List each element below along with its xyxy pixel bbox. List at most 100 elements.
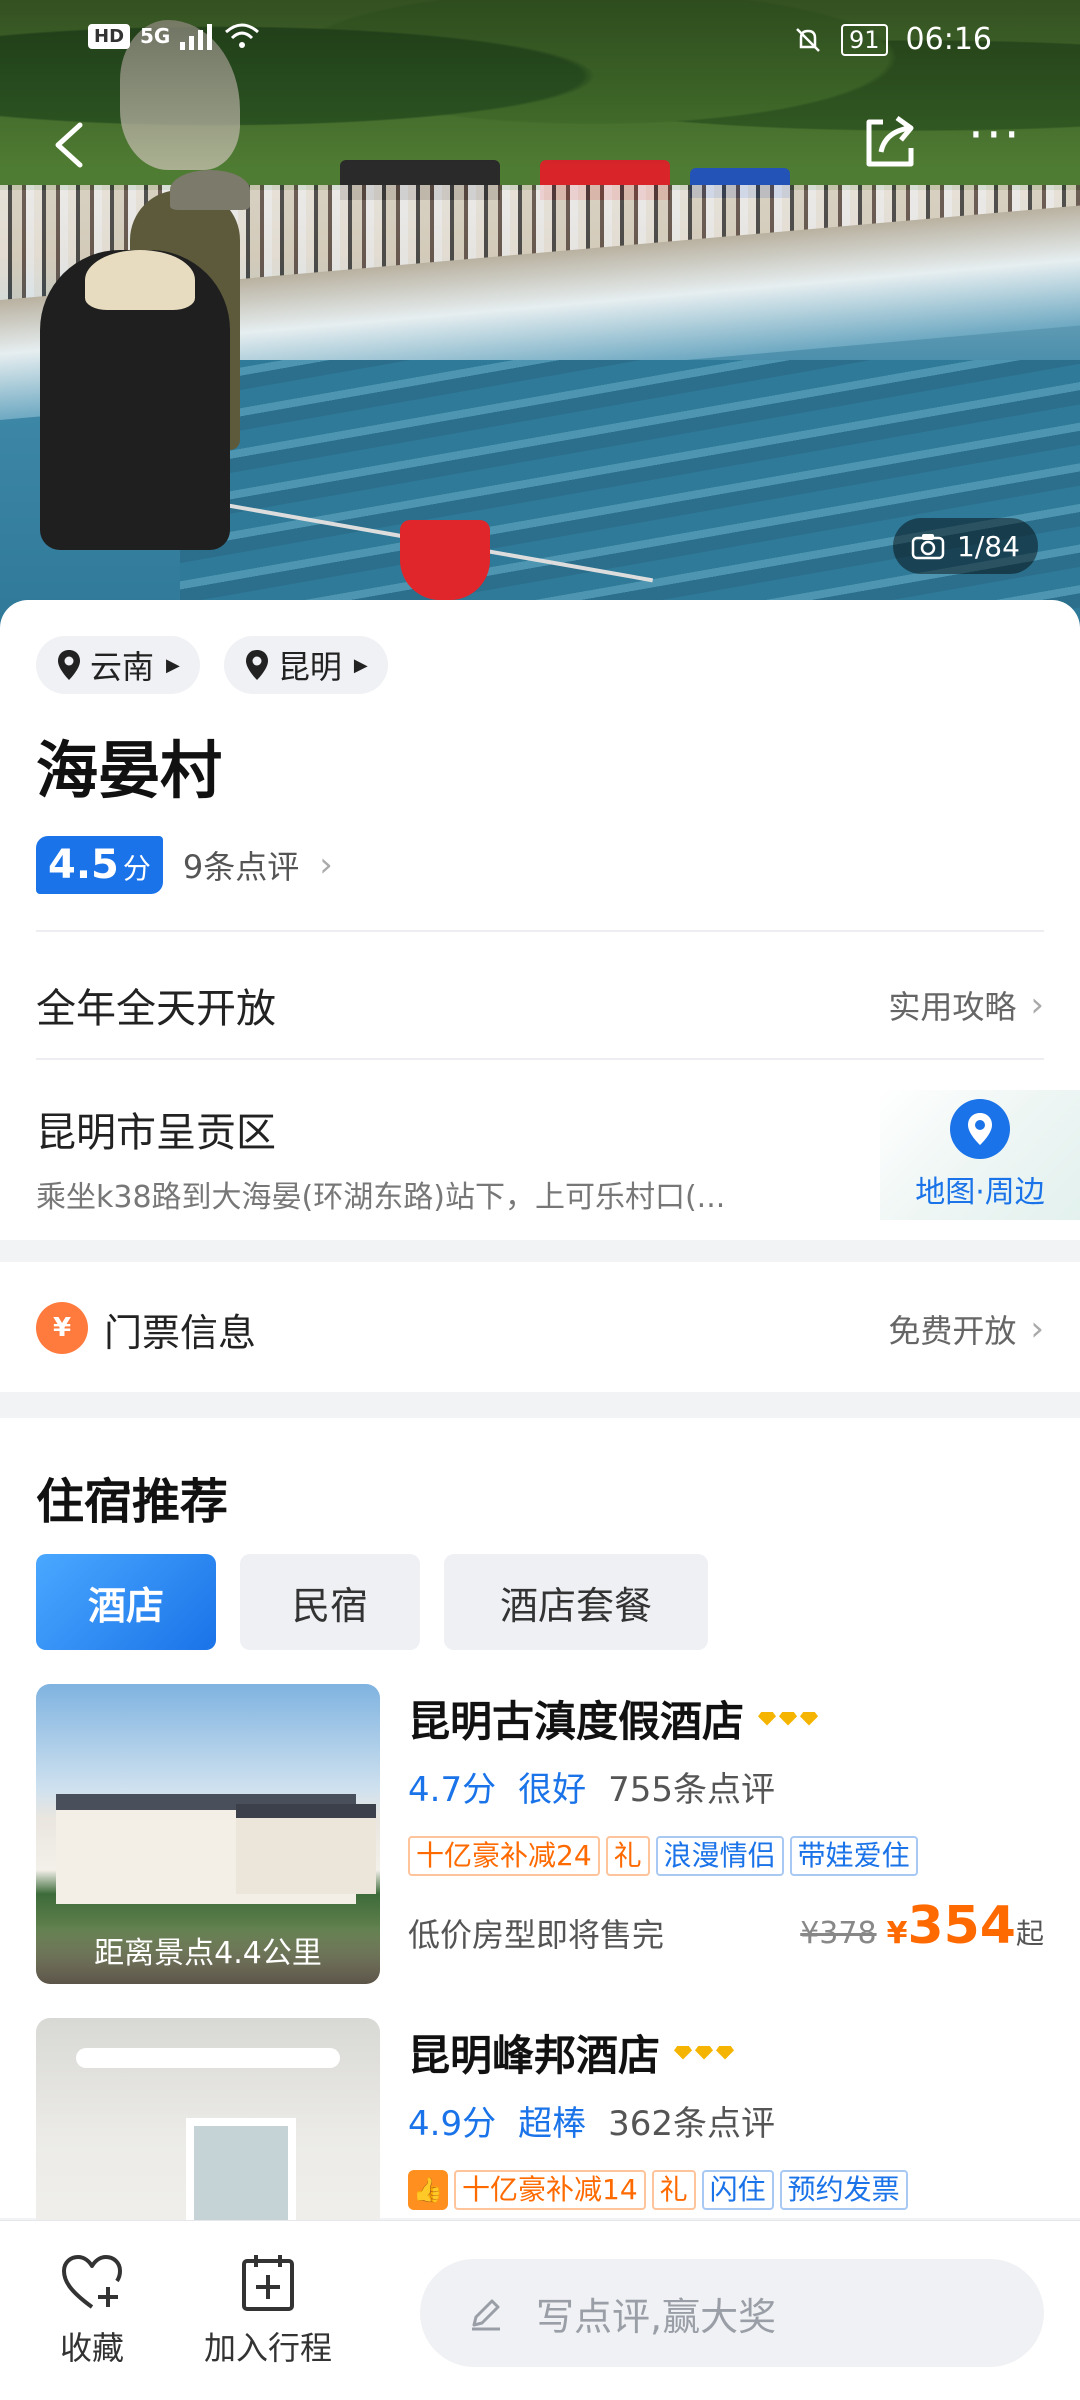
chevron-right-icon: › bbox=[319, 845, 333, 885]
wifi-icon bbox=[225, 23, 260, 48]
hero-photo[interactable]: HD 5G 91 06:16 ··· 1/84 bbox=[0, 0, 1080, 640]
photo-counter[interactable]: 1/84 bbox=[893, 518, 1038, 574]
page-title: 海晏村 bbox=[36, 734, 223, 807]
hotel-price: ¥378 ¥354起 bbox=[800, 1896, 1044, 1956]
distance-label: 距离景点4.4公里 bbox=[36, 1928, 380, 1984]
promo-tag: 十亿豪补减14 bbox=[454, 2170, 646, 2210]
camera-icon bbox=[911, 534, 945, 560]
diamond-icon bbox=[758, 1711, 777, 1726]
address-route: 乘坐k38路到大海晏(环湖东路)站下，上可乐村口(... bbox=[36, 1180, 726, 1215]
ticket-icon: ¥ bbox=[36, 1302, 88, 1354]
hotel-score: 4.7分 bbox=[408, 1770, 497, 1810]
caret-right-icon: ▶ bbox=[166, 654, 180, 676]
tab-hotel-package[interactable]: 酒店套餐 bbox=[444, 1554, 708, 1650]
pencil-icon bbox=[472, 2299, 500, 2331]
diamond-rating bbox=[758, 1711, 819, 1726]
hotel-review-count: 362条点评 bbox=[608, 2104, 775, 2144]
divider bbox=[36, 1058, 1044, 1060]
hotel-score-level: 很好 bbox=[518, 1770, 587, 1810]
hotel-note: 低价房型即将售完 bbox=[408, 1916, 665, 1954]
ticket-info-row[interactable]: ¥ 门票信息 免费开放 › bbox=[0, 1262, 1080, 1392]
back-arrow-icon[interactable] bbox=[40, 110, 100, 180]
hotel-tags: 十亿豪补减24 礼 浪漫情侣 带娃爱住 bbox=[408, 1836, 918, 1876]
current-price: ¥354起 bbox=[887, 1896, 1044, 1956]
add-to-trip-button[interactable]: 加入行程 bbox=[204, 2253, 332, 2369]
map-pin-icon bbox=[950, 1099, 1010, 1159]
gift-tag: 礼 bbox=[605, 1836, 650, 1876]
hotel-tags: 👍 十亿豪补减14 礼 闪住 预约发票 bbox=[408, 2170, 908, 2210]
ticket-status-label: 免费开放 bbox=[888, 1312, 1017, 1350]
divider bbox=[36, 930, 1044, 932]
diamond-icon bbox=[779, 1711, 798, 1726]
more-options-icon[interactable]: ··· bbox=[968, 110, 1048, 175]
share-icon[interactable] bbox=[855, 108, 925, 178]
hotel-name-row: 昆明峰邦酒店 bbox=[408, 2022, 735, 2083]
photo-ceiling bbox=[76, 2048, 340, 2068]
diamond-icon bbox=[695, 2045, 714, 2060]
favorite-button[interactable]: 收藏 bbox=[60, 2253, 124, 2369]
add-to-trip-label: 加入行程 bbox=[204, 2329, 333, 2367]
photo-hat bbox=[85, 250, 195, 310]
lodging-tabs: 酒店 民宿 酒店套餐 bbox=[36, 1554, 708, 1650]
hotel-score: 4.9分 bbox=[408, 2104, 497, 2144]
hotel-meta: 4.7分 很好 755条点评 bbox=[408, 1762, 775, 1811]
photo-water bbox=[180, 360, 1080, 640]
currency-symbol: ¥ bbox=[886, 1916, 908, 1951]
chevron-right-icon: › bbox=[1030, 985, 1044, 1025]
diamond-rating bbox=[674, 2045, 735, 2060]
thumbs-up-icon: 👍 bbox=[408, 2170, 448, 2210]
photo-hat bbox=[170, 170, 250, 210]
score-badge: 4.5 分 bbox=[36, 836, 163, 894]
breadcrumb-city[interactable]: 昆明 ▶ bbox=[223, 636, 388, 694]
section-title: 住宿推荐 bbox=[36, 1474, 229, 1530]
photo-building bbox=[236, 1804, 376, 1894]
breadcrumb-label: 昆明 bbox=[277, 648, 342, 686]
clock: 06:16 bbox=[905, 22, 992, 57]
feature-tag: 闪住 bbox=[701, 2170, 774, 2210]
calendar-plus-icon bbox=[242, 2255, 294, 2311]
review-count: 9条点评 bbox=[182, 848, 300, 886]
status-bar: HD 5G 91 06:16 bbox=[0, 0, 1080, 80]
address-district: 昆明市呈贡区 bbox=[36, 1110, 276, 1156]
guide-link[interactable]: 实用攻略 › bbox=[888, 982, 1044, 1028]
mute-bell-icon bbox=[796, 27, 820, 52]
rating-row[interactable]: 4.5 分 9条点评 › bbox=[36, 836, 333, 894]
signal-icon bbox=[180, 24, 213, 50]
address-block[interactable]: 昆明市呈贡区 乘坐k38路到大海晏(环湖东路)站下，上可乐村口(... bbox=[36, 1100, 876, 1216]
tab-homestay[interactable]: 民宿 bbox=[240, 1554, 420, 1650]
photo-counter-label: 1/84 bbox=[957, 529, 1020, 563]
photo-window bbox=[186, 2118, 296, 2228]
hd-badge: HD bbox=[88, 23, 131, 49]
map-nearby-label: 地图·周边 bbox=[915, 1175, 1045, 1210]
hotel-name: 昆明峰邦酒店 bbox=[408, 2031, 661, 2080]
guide-label: 实用攻略 bbox=[888, 988, 1017, 1026]
hotel-name: 昆明古滇度假酒店 bbox=[408, 1697, 745, 1746]
map-nearby-button[interactable]: 地图·周边 bbox=[880, 1090, 1080, 1220]
diamond-icon bbox=[800, 1711, 819, 1726]
original-price: ¥378 bbox=[800, 1916, 877, 1951]
price-value: 354 bbox=[907, 1896, 1016, 1956]
signal-label: 5G bbox=[140, 24, 171, 48]
tab-hotel[interactable]: 酒店 bbox=[36, 1554, 216, 1650]
hotel-score-level: 超棒 bbox=[518, 2104, 587, 2144]
hotel-photo: 距离景点4.4公里 bbox=[36, 1684, 380, 1984]
location-pin-icon bbox=[58, 650, 80, 680]
score-value: 4.5 bbox=[48, 842, 119, 888]
ticket-title: 门票信息 bbox=[104, 1311, 257, 1355]
gift-tag: 礼 bbox=[651, 2170, 696, 2210]
feature-tag: 浪漫情侣 bbox=[655, 1836, 784, 1876]
price-suffix: 起 bbox=[1015, 1917, 1044, 1950]
breadcrumb-province[interactable]: 云南 ▶ bbox=[36, 636, 200, 694]
photo-net bbox=[400, 520, 490, 600]
feature-tag: 带娃爱住 bbox=[789, 1836, 918, 1876]
write-review-input[interactable]: 写点评,赢大奖 bbox=[420, 2259, 1044, 2367]
hotel-review-count: 755条点评 bbox=[608, 1770, 775, 1810]
hotel-name-row: 昆明古滇度假酒店 bbox=[408, 1688, 819, 1749]
chevron-right-icon: › bbox=[1030, 1309, 1044, 1349]
breadcrumb-label: 云南 bbox=[90, 648, 155, 686]
opening-hours-row: 全年全天开放 实用攻略 › bbox=[36, 975, 1044, 1035]
hotel-meta: 4.9分 超棒 362条点评 bbox=[408, 2096, 775, 2145]
hotel-card[interactable]: 距离景点4.4公里 昆明古滇度假酒店 4.7分 很好 755条点评 十亿豪补减2… bbox=[36, 1684, 1044, 1984]
ticket-status: 免费开放 › bbox=[888, 1306, 1044, 1352]
bottom-action-bar: 收藏 加入行程 写点评,赢大奖 bbox=[0, 2220, 1080, 2400]
